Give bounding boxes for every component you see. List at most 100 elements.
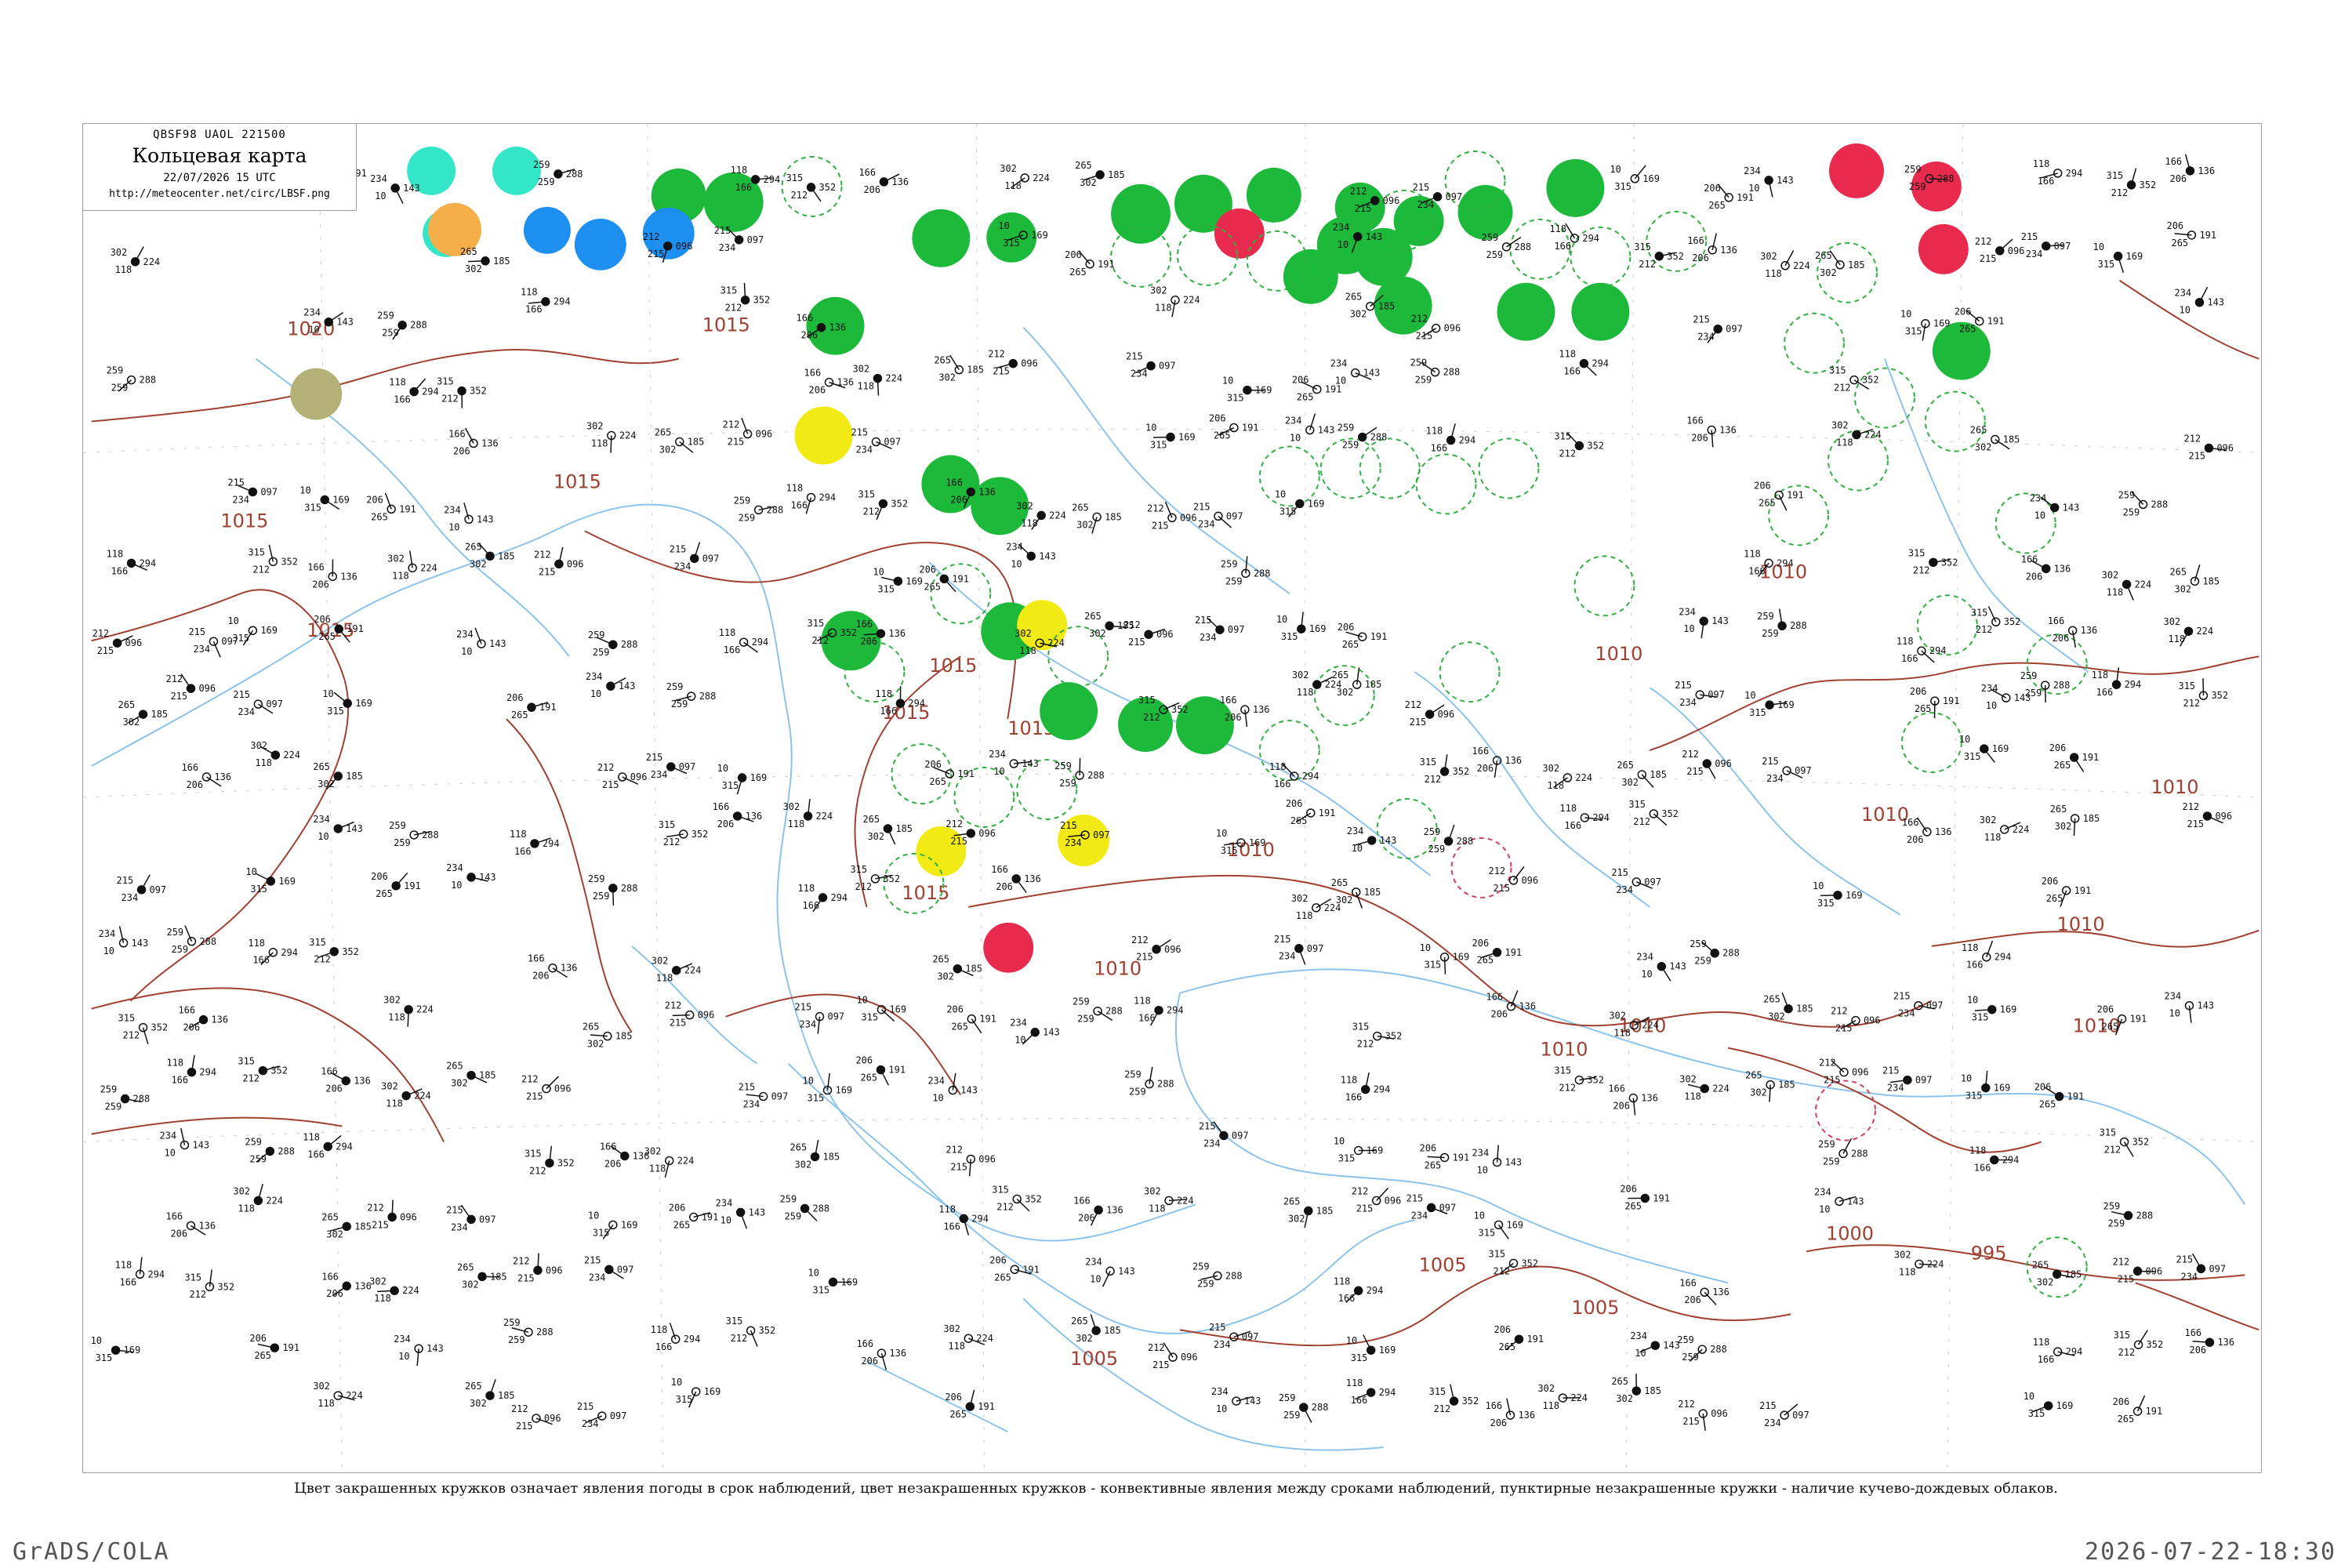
svg-text:234: 234 (1211, 1386, 1229, 1397)
drizzle-circle (574, 218, 626, 270)
station-plot: 215 097 234 (1406, 1192, 1457, 1221)
svg-text:288: 288 (1851, 1148, 1868, 1159)
svg-text:259: 259 (105, 1102, 122, 1112)
station-plot: 265 185 302 (1283, 1196, 1333, 1229)
station-plot: 302 224 118 (233, 1184, 283, 1214)
station-plot: 118 294 166 (1346, 1377, 1396, 1406)
svg-text:10: 10 (164, 1147, 175, 1158)
svg-text:212: 212 (663, 837, 681, 848)
svg-text:185: 185 (2003, 434, 2020, 445)
svg-text:212: 212 (2183, 698, 2201, 709)
svg-text:265: 265 (951, 1022, 968, 1033)
station-plot: 302 224 118 (644, 1145, 694, 1178)
svg-text:169: 169 (1994, 1083, 2011, 1094)
svg-text:118: 118 (1346, 1377, 1363, 1388)
station-plot: 234 143 10 (1472, 1145, 1522, 1175)
svg-text:096: 096 (1438, 709, 1455, 720)
svg-text:206: 206 (2167, 220, 2184, 231)
station-plot: 315 352 212 (248, 544, 298, 575)
svg-text:136: 136 (829, 322, 847, 333)
svg-text:185: 185 (1848, 260, 1865, 270)
station-plot: 259 288 259 (588, 630, 638, 658)
thunderstorm-circle (1040, 682, 1098, 741)
svg-text:206: 206 (863, 184, 880, 195)
station-plot: 215 097 234 (670, 542, 719, 572)
svg-text:212: 212 (1682, 749, 1699, 760)
svg-text:212: 212 (2118, 1347, 2136, 1358)
svg-text:265: 265 (2102, 1022, 2119, 1033)
svg-text:234: 234 (1347, 826, 1364, 837)
svg-text:212: 212 (2111, 187, 2129, 198)
svg-text:143: 143 (2207, 297, 2224, 308)
svg-text:10: 10 (1216, 828, 1227, 839)
station-plot: 265 185 302 (1617, 760, 1667, 788)
station-plot: 265 185 302 (118, 699, 169, 728)
svg-text:234: 234 (743, 1099, 760, 1110)
station-plot: 302 224 118 (852, 364, 902, 396)
station-plot: 315 352 212 (786, 172, 836, 202)
map-source-url[interactable]: http://meteocenter.net/circ/LBSF.png (83, 188, 356, 200)
svg-text:215: 215 (2188, 451, 2205, 462)
svg-text:302: 302 (1076, 519, 1094, 530)
station-plot: 206 191 265 (946, 1004, 996, 1034)
station-plot: 265 185 302 (457, 1261, 507, 1290)
svg-text:169: 169 (1178, 432, 1196, 443)
svg-text:169: 169 (1309, 623, 1327, 634)
svg-text:215: 215 (795, 1002, 812, 1013)
svg-text:118: 118 (1899, 1266, 1916, 1277)
station-plot: 166 136 206 (321, 1066, 371, 1094)
svg-text:212: 212 (367, 1202, 384, 1213)
rain_heavy-circle (1214, 208, 1265, 259)
svg-text:234: 234 (1616, 884, 1633, 895)
svg-text:315: 315 (1634, 241, 1651, 252)
svg-text:224: 224 (885, 373, 902, 384)
svg-text:224: 224 (283, 750, 300, 760)
svg-text:191: 191 (1505, 947, 1523, 958)
svg-text:212: 212 (1352, 1185, 1369, 1196)
cb-ring (1900, 712, 1962, 774)
svg-text:234: 234 (1333, 222, 1350, 233)
svg-text:259: 259 (1482, 232, 1499, 243)
svg-text:224: 224 (1575, 772, 1592, 783)
svg-text:352: 352 (1587, 1075, 1604, 1086)
svg-text:206: 206 (604, 1158, 622, 1169)
svg-text:302: 302 (1150, 285, 1167, 296)
station-plot: 234 143 10 (2175, 286, 2224, 316)
svg-text:118: 118 (303, 1131, 320, 1142)
svg-text:294: 294 (908, 698, 925, 709)
svg-text:234: 234 (313, 814, 330, 825)
svg-text:212: 212 (988, 349, 1005, 360)
svg-text:191: 191 (1943, 695, 1960, 706)
svg-text:234: 234 (2026, 249, 2043, 260)
station-plot: 234 143 10 (446, 862, 496, 891)
svg-text:206: 206 (1955, 307, 1972, 318)
svg-text:136: 136 (1024, 873, 1041, 884)
cb-ring (1359, 437, 1421, 499)
svg-text:234: 234 (451, 1221, 468, 1232)
station-plot: 302 224 118 (111, 246, 160, 275)
svg-text:265: 265 (1332, 670, 1349, 681)
station-plot: 259 288 259 (1677, 1334, 1727, 1363)
svg-text:288: 288 (140, 375, 157, 386)
cb-ring (1415, 453, 1477, 515)
svg-text:206: 206 (183, 1022, 200, 1033)
svg-text:302: 302 (1609, 1011, 1626, 1022)
svg-text:215: 215 (517, 1272, 535, 1283)
svg-text:143: 143 (336, 317, 354, 328)
svg-text:215: 215 (1416, 331, 1433, 342)
svg-text:166: 166 (797, 313, 814, 324)
svg-text:215: 215 (1126, 351, 1143, 362)
svg-text:352: 352 (691, 829, 709, 840)
svg-text:206: 206 (1620, 1183, 1637, 1194)
svg-text:169: 169 (260, 625, 278, 636)
svg-text:206: 206 (717, 818, 735, 829)
svg-text:215: 215 (2021, 231, 2038, 242)
station-plot: 265 185 302 (465, 541, 515, 569)
svg-text:288: 288 (621, 639, 638, 650)
svg-text:265: 265 (1959, 324, 1976, 335)
station-plot: 166 136 206 (1687, 233, 1737, 263)
station-plot: 10 169 315 (245, 866, 296, 895)
svg-text:352: 352 (217, 1281, 234, 1292)
svg-text:259: 259 (1283, 1410, 1301, 1421)
svg-text:234: 234 (1285, 416, 1302, 426)
